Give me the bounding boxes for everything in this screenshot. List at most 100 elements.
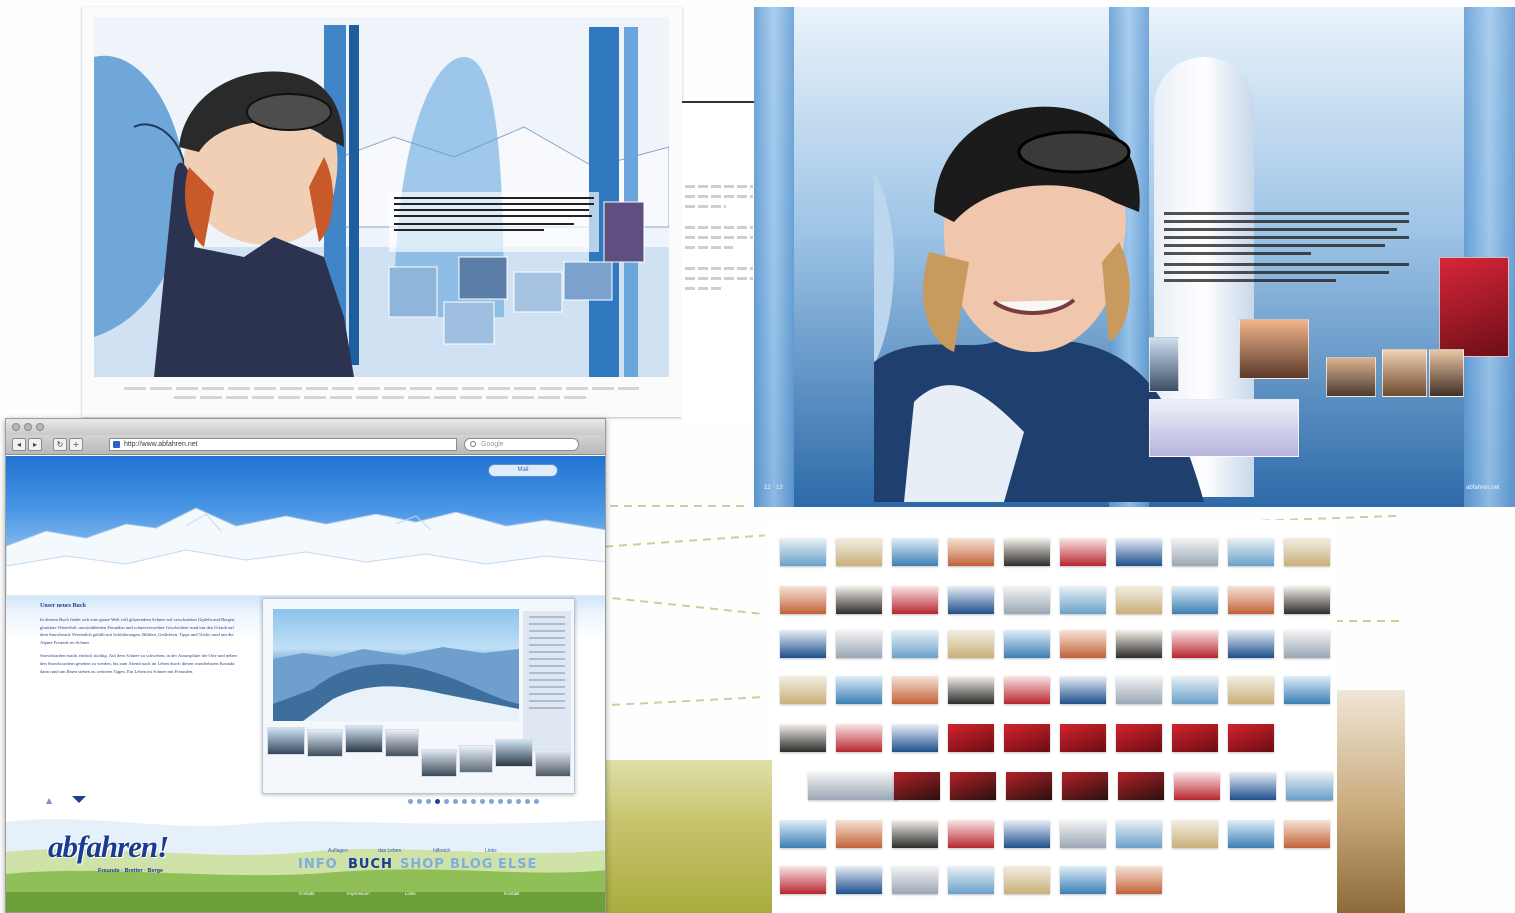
site-logo[interactable]: abfahren! xyxy=(48,829,169,865)
forward-button[interactable]: ▸ xyxy=(28,438,42,451)
contact-sheet-thumbnail xyxy=(948,630,994,658)
contact-sheet-thumbnail xyxy=(892,724,938,752)
nav-item-info[interactable]: INFO xyxy=(298,857,338,872)
preview-thumbnail[interactable] xyxy=(421,749,457,777)
pagination-dot[interactable] xyxy=(534,799,539,804)
footer-link[interactable]: Impressum xyxy=(347,891,370,896)
preview-thumbnail[interactable] xyxy=(307,729,343,757)
decor-dash xyxy=(610,505,750,507)
pagination-dot[interactable] xyxy=(498,799,503,804)
pagination-dot[interactable] xyxy=(462,799,467,804)
preview-thumbnail[interactable] xyxy=(267,727,305,755)
pagination-dot[interactable] xyxy=(417,799,422,804)
reload-button[interactable]: ↻ xyxy=(53,438,67,451)
contact-sheet-thumbnail xyxy=(892,866,938,894)
nav-subtitle: Auflagen xyxy=(328,848,348,854)
web-page: Mail Unser neues Buch In diesem Buch fin… xyxy=(6,456,605,912)
contact-sheet-thumbnail xyxy=(1060,630,1106,658)
preview-thumbnail[interactable] xyxy=(345,725,383,753)
nav-item-shop[interactable]: SHOP xyxy=(400,857,445,872)
contact-sheet-thumbnail xyxy=(1228,630,1274,658)
contact-sheet-thumbnail xyxy=(780,820,826,848)
contact-sheet-thumbnail xyxy=(1116,538,1162,566)
browser-window: ◂ ▸ ↻ + http://www.abfahren.net Google M… xyxy=(5,418,606,913)
close-window-button[interactable] xyxy=(12,423,20,431)
preview-thumbnail[interactable] xyxy=(535,749,571,777)
page-folio: 12 · 13 xyxy=(764,485,783,491)
contact-sheet-thumbnail xyxy=(892,676,938,704)
search-icon xyxy=(470,441,476,447)
contact-sheet-thumbnail xyxy=(948,676,994,704)
minimize-window-button[interactable] xyxy=(24,423,32,431)
contact-sheet-thumbnail xyxy=(780,538,826,566)
book-preview-viewer[interactable] xyxy=(262,598,575,794)
pagination-dot[interactable] xyxy=(489,799,494,804)
thumbnail-photo xyxy=(1149,337,1179,392)
pagination-dot[interactable] xyxy=(426,799,431,804)
browser-titlebar xyxy=(6,419,605,435)
footer-link[interactable]: Kontakt xyxy=(504,891,520,896)
contact-sheet-thumbnail xyxy=(780,630,826,658)
pagination-dot[interactable] xyxy=(516,799,521,804)
meadow-background xyxy=(605,760,775,913)
contact-sheet-thumbnail xyxy=(1004,676,1050,704)
preview-thumbnail[interactable] xyxy=(459,745,493,773)
pagination-dot[interactable] xyxy=(408,799,413,804)
footer-link[interactable]: Kontakt xyxy=(299,891,315,896)
contact-sheet-thumbnail xyxy=(1004,866,1050,894)
contact-sheet-thumbnail xyxy=(1284,820,1330,848)
contact-sheet xyxy=(772,520,1337,913)
contact-sheet-thumbnail xyxy=(1060,820,1106,848)
pagination-dot[interactable] xyxy=(453,799,458,804)
footer-link[interactable]: Links xyxy=(405,891,416,896)
pagination-dot[interactable] xyxy=(525,799,530,804)
nav-item-buch[interactable]: BUCH xyxy=(348,857,393,872)
book-spread-sketch xyxy=(82,7,757,422)
back-button[interactable]: ◂ xyxy=(12,438,26,451)
contact-sheet-thumbnail xyxy=(780,676,826,704)
zoom-window-button[interactable] xyxy=(36,423,44,431)
intro-heading: Unser neues Buch xyxy=(40,603,86,609)
contact-sheet-thumbnail xyxy=(948,538,994,566)
address-bar[interactable]: http://www.abfahren.net xyxy=(109,438,457,451)
site-tagline: Freunde · Bretter · Berge xyxy=(98,868,164,874)
contact-sheet-thumbnail xyxy=(1004,820,1050,848)
pagination-dot[interactable] xyxy=(507,799,512,804)
thumbnail-photo xyxy=(1382,349,1427,397)
contact-sheet-thumbnail xyxy=(836,820,882,848)
nav-item-blog[interactable]: BLOG xyxy=(450,857,493,872)
preview-side-text xyxy=(523,611,571,751)
contact-sheet-thumbnail xyxy=(1004,586,1050,614)
contact-sheet-thumbnail xyxy=(948,866,994,894)
page-down-button[interactable] xyxy=(72,796,86,803)
nav-subtitle: das Leben xyxy=(378,848,402,854)
page-up-button[interactable]: ▲ xyxy=(46,796,52,805)
preview-photo xyxy=(273,609,519,721)
contact-sheet-thumbnail xyxy=(1228,538,1274,566)
contact-sheet-thumbnail xyxy=(1172,538,1218,566)
search-input[interactable]: Google xyxy=(464,438,579,451)
pagination-dot[interactable] xyxy=(471,799,476,804)
contact-sheet-thumbnail xyxy=(1060,586,1106,614)
contact-sheet-thumbnail xyxy=(808,772,898,800)
thumbnail-photo xyxy=(1429,349,1464,397)
add-bookmark-button[interactable]: + xyxy=(69,438,83,451)
pagination-dot[interactable] xyxy=(435,799,440,804)
pagination-dot[interactable] xyxy=(444,799,449,804)
intro-paragraph: Snowboarden macht einfach süchtig. Auf d… xyxy=(40,653,237,674)
contact-sheet-thumbnail xyxy=(1004,724,1050,752)
page-folio: abfahren.net xyxy=(1466,485,1500,491)
login-button[interactable]: Mail xyxy=(488,464,558,477)
nav-item-else[interactable]: ELSE xyxy=(498,857,537,872)
search-placeholder: Google xyxy=(481,441,504,448)
preview-thumbnail[interactable] xyxy=(495,739,533,767)
contact-sheet-thumbnail xyxy=(780,724,826,752)
intro-paragraph: In diesem Buch findet sich eine ganze We… xyxy=(40,617,236,645)
contact-sheet-thumbnail xyxy=(948,724,994,752)
thumbnail-photo xyxy=(1239,319,1309,379)
contact-sheet-thumbnail xyxy=(1116,630,1162,658)
ground-background xyxy=(1335,690,1405,913)
pagination-dot[interactable] xyxy=(480,799,485,804)
preview-thumbnail[interactable] xyxy=(385,729,419,757)
contact-sheet-thumbnail xyxy=(1172,586,1218,614)
